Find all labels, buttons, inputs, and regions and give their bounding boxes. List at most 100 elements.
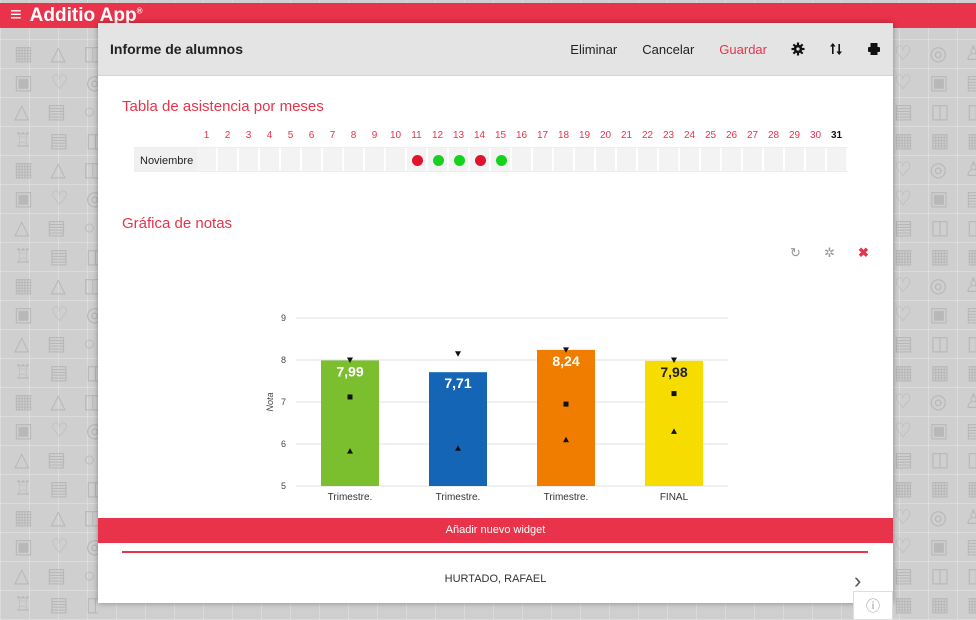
attendance-cell bbox=[512, 148, 532, 171]
attendance-cell bbox=[659, 148, 679, 171]
close-icon[interactable]: ✖ bbox=[858, 245, 869, 261]
attendance-cell bbox=[491, 148, 511, 171]
student-report-modal: Informe de alumnos Eliminar Cancelar Gua… bbox=[98, 23, 893, 603]
attendance-cell bbox=[575, 148, 595, 171]
attendance-day-18: 18 bbox=[557, 130, 570, 141]
attendance-cell bbox=[302, 148, 322, 171]
save-button[interactable]: Guardar bbox=[719, 42, 767, 57]
bar-value-label: 7,98 bbox=[660, 364, 687, 380]
attendance-cell bbox=[554, 148, 574, 171]
attendance-cell bbox=[764, 148, 784, 171]
attendance-day-14: 14 bbox=[473, 130, 486, 141]
attendance-mark bbox=[454, 155, 465, 166]
mean-marker bbox=[563, 401, 569, 407]
attendance-cell bbox=[218, 148, 238, 171]
bar-value-label: 8,24 bbox=[552, 353, 579, 369]
attendance-day-30: 30 bbox=[809, 130, 822, 141]
attendance-day-1: 1 bbox=[203, 130, 210, 141]
y-axis-label: Nota bbox=[265, 392, 275, 411]
modal-title: Informe de alumnos bbox=[110, 41, 244, 57]
modal-header: Informe de alumnos Eliminar Cancelar Gua… bbox=[98, 23, 893, 76]
attendance-month-label: Noviembre bbox=[134, 148, 198, 171]
x-tick-label: Trimestre. bbox=[436, 492, 481, 503]
attendance-day-9: 9 bbox=[371, 130, 378, 141]
background-icons-right: ♡ ◎ ♙ ♡ ▣ ▤ ▤ ◫ ◫ ▦ ▦ ▦ ♡ ◎ ♙ ♡ ▣ ▤ ▤ ◫ … bbox=[894, 43, 976, 616]
print-icon[interactable] bbox=[867, 42, 881, 56]
attendance-cell bbox=[701, 148, 721, 171]
max-marker bbox=[455, 351, 461, 357]
grades-chart-title: Gráfica de notas bbox=[122, 215, 233, 232]
y-tick-label: 6 bbox=[281, 439, 286, 449]
attendance-cell bbox=[260, 148, 280, 171]
delete-button[interactable]: Eliminar bbox=[570, 42, 617, 57]
attendance-day-20: 20 bbox=[599, 130, 612, 141]
attendance-mark bbox=[433, 155, 444, 166]
attendance-day-24: 24 bbox=[683, 130, 696, 141]
sort-icon[interactable] bbox=[829, 42, 843, 56]
bar-value-label: 7,71 bbox=[444, 375, 471, 391]
attendance-day-7: 7 bbox=[329, 130, 336, 141]
attendance-day-3: 3 bbox=[245, 130, 252, 141]
widget-settings-icon[interactable]: ✲ bbox=[824, 245, 835, 261]
refresh-icon[interactable]: ↻ bbox=[790, 245, 801, 261]
add-widget-button[interactable]: Añadir nuevo widget bbox=[98, 518, 893, 543]
mean-marker bbox=[347, 394, 353, 400]
background-icons-left: ▦ △ ◫ ▣ ♡ ◎ △ ▤ ○ ♖ ▤ ◫ ▦ △ ◫ ▣ ♡ ◎ △ ▤ … bbox=[14, 43, 98, 616]
attendance-day-22: 22 bbox=[641, 130, 654, 141]
attendance-mark bbox=[412, 155, 423, 166]
chart-bar bbox=[537, 349, 595, 486]
settings-gear-icon[interactable] bbox=[791, 42, 805, 56]
attendance-cell bbox=[596, 148, 616, 171]
mean-marker bbox=[671, 391, 677, 397]
attendance-cell bbox=[365, 148, 385, 171]
bar-value-label: 7,99 bbox=[336, 363, 363, 379]
attendance-cell bbox=[533, 148, 553, 171]
attendance-mark bbox=[496, 155, 507, 166]
attendance-cell bbox=[743, 148, 763, 171]
attendance-day-13: 13 bbox=[452, 130, 465, 141]
attendance-day-23: 23 bbox=[662, 130, 675, 141]
attendance-day-28: 28 bbox=[767, 130, 780, 141]
attendance-cell bbox=[617, 148, 637, 171]
attendance-day-21: 21 bbox=[620, 130, 633, 141]
attendance-cell bbox=[344, 148, 364, 171]
attendance-day-17: 17 bbox=[536, 130, 549, 141]
attendance-day-5: 5 bbox=[287, 130, 294, 141]
attendance-day-11: 11 bbox=[411, 130, 422, 141]
attendance-day-16: 16 bbox=[515, 130, 528, 141]
info-icon[interactable]: ⓘ bbox=[853, 591, 893, 620]
attendance-day-2: 2 bbox=[224, 130, 231, 141]
attendance-cell bbox=[281, 148, 301, 171]
divider-line bbox=[122, 551, 868, 553]
attendance-day-8: 8 bbox=[350, 130, 357, 141]
hamburger-menu-icon[interactable]: ≡ bbox=[10, 4, 22, 27]
attendance-cell bbox=[386, 148, 406, 171]
attendance-cell bbox=[407, 148, 427, 171]
attendance-cell bbox=[428, 148, 448, 171]
attendance-cell bbox=[470, 148, 490, 171]
attendance-day-4: 4 bbox=[266, 130, 273, 141]
attendance-day-25: 25 bbox=[704, 130, 717, 141]
x-tick-label: Trimestre. bbox=[328, 492, 373, 503]
y-tick-label: 9 bbox=[281, 313, 286, 323]
attendance-cell bbox=[197, 148, 217, 171]
x-tick-label: Trimestre. bbox=[544, 492, 589, 503]
cancel-button[interactable]: Cancelar bbox=[642, 42, 694, 57]
attendance-mark bbox=[475, 155, 486, 166]
x-tick-label: FINAL bbox=[660, 492, 689, 503]
attendance-cell bbox=[323, 148, 343, 171]
attendance-day-6: 6 bbox=[308, 130, 315, 141]
attendance-cell bbox=[449, 148, 469, 171]
grades-bar-chart: 5 6 7 8 9 Nota 7,99 Trimestre. 7,71 Trimestre. 8,2… bbox=[265, 313, 728, 503]
attendance-cell bbox=[239, 148, 259, 171]
attendance-day-10: 10 bbox=[389, 130, 402, 141]
attendance-row: Noviembre bbox=[134, 147, 848, 172]
attendance-day-31: 31 bbox=[830, 130, 843, 141]
attendance-cell bbox=[827, 148, 847, 171]
attendance-cell bbox=[680, 148, 700, 171]
attendance-cell bbox=[722, 148, 742, 171]
student-name: HURTADO, RAFAEL bbox=[444, 573, 547, 585]
y-tick-label: 8 bbox=[281, 355, 286, 365]
attendance-day-29: 29 bbox=[788, 130, 801, 141]
attendance-day-19: 19 bbox=[578, 130, 591, 141]
